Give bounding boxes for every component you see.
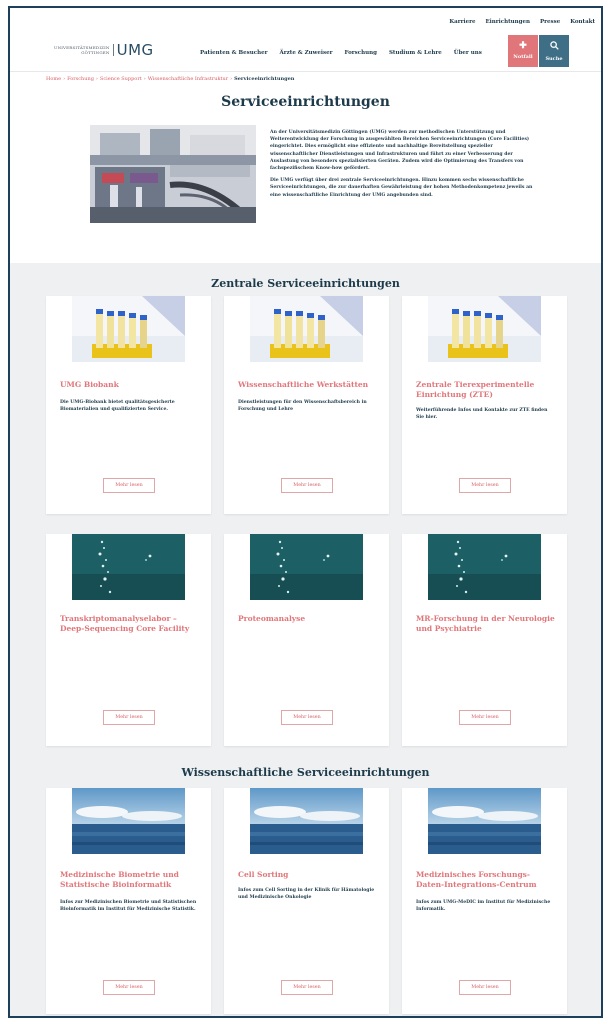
breadcrumb-separator: › xyxy=(95,76,98,82)
topnav-kontakt[interactable]: Kontakt xyxy=(570,19,595,25)
search-button[interactable]: Suche xyxy=(539,35,569,67)
sea-sky-image xyxy=(428,788,541,854)
nav-forschung[interactable]: Forschung xyxy=(344,50,376,56)
card-zte: Zentrale Tierexperimentelle Einrichtung … xyxy=(402,296,567,514)
nav-aerzte[interactable]: Ärzte & Zuweiser xyxy=(280,50,333,56)
breadcrumb-science-support[interactable]: Science Support xyxy=(100,76,142,82)
card-biometrie: Medizinische Biometrie und Statistische … xyxy=(46,788,211,1014)
sample-tubes-image xyxy=(250,296,363,362)
read-more-button[interactable]: Mehr lesen xyxy=(281,710,333,725)
intro-text: An der Universitätsmedizin Göttingen (UM… xyxy=(270,129,540,204)
card-title[interactable]: Cell Sorting xyxy=(238,870,378,880)
notfall-label: Notfall xyxy=(513,54,533,60)
card-cell-sorting: Cell Sorting Infos zum Cell Sorting in d… xyxy=(224,788,389,1014)
page-frame: Karriere Einrichtungen Presse Kontakt UN… xyxy=(8,6,603,1018)
card-title[interactable]: Medizinische Biometrie und Statistische … xyxy=(60,870,200,890)
read-more-button[interactable]: Mehr lesen xyxy=(281,478,333,493)
card-title[interactable]: Wissenschaftliche Werkstätten xyxy=(238,380,378,390)
breadcrumb-infrastruktur[interactable]: Wissenschaftliche Infrastruktur xyxy=(148,76,228,82)
top-utility-nav: Karriere Einrichtungen Presse Kontakt xyxy=(449,19,595,25)
logo-umg-text: UMG xyxy=(116,41,154,59)
umg-logo[interactable]: UNIVERSITÄTSMEDIZIN GÖTTINGEN UMG xyxy=(54,41,154,59)
bubbles-water-image xyxy=(428,534,541,600)
card-description: Infos zur Medizinischen Biometrie und St… xyxy=(60,900,197,912)
main-nav: Patienten & Besucher Ärzte & Zuweiser Fo… xyxy=(200,50,482,56)
nav-ueber-uns[interactable]: Über uns xyxy=(454,50,482,56)
sample-tubes-image xyxy=(428,296,541,362)
card-medic: Medizinisches Forschungs-Daten-Integrati… xyxy=(402,788,567,1014)
breadcrumb-forschung[interactable]: Forschung xyxy=(67,76,94,82)
card-title[interactable]: MR-Forschung in der Neurologie und Psych… xyxy=(416,614,556,634)
notfall-button[interactable]: ✚ Notfall xyxy=(508,35,538,67)
search-icon xyxy=(549,40,559,53)
card-description: Infos zum Cell Sorting in der Klinik für… xyxy=(238,888,375,900)
card-title[interactable]: Proteomanalyse xyxy=(238,614,378,624)
card-transkriptom: Transkriptomanalyselabor – Deep-Sequenci… xyxy=(46,534,211,746)
topnav-einrichtungen[interactable]: Einrichtungen xyxy=(485,19,530,25)
page-title: Serviceeinrichtungen xyxy=(221,94,390,110)
read-more-button[interactable]: Mehr lesen xyxy=(459,478,511,493)
card-title[interactable]: UMG Biobank xyxy=(60,380,200,390)
breadcrumb-separator: › xyxy=(230,76,233,82)
topnav-presse[interactable]: Presse xyxy=(540,19,560,25)
card-title[interactable]: Zentrale Tierexperimentelle Einrichtung … xyxy=(416,380,556,400)
card-description: Die UMG-Biobank bietet qualitätsgesicher… xyxy=(60,400,175,412)
header-divider xyxy=(10,71,601,72)
logo-university-text: UNIVERSITÄTSMEDIZIN GÖTTINGEN xyxy=(54,45,110,55)
breadcrumb-separator: › xyxy=(143,76,146,82)
read-more-button[interactable]: Mehr lesen xyxy=(103,478,155,493)
intro-paragraph-2: Die UMG verfügt über drei zentrale Servi… xyxy=(270,178,533,198)
breadcrumb: Home › Forschung › Science Support › Wissen… xyxy=(46,76,294,82)
card-umg-biobank: UMG Biobank Die UMG-Biobank bietet quali… xyxy=(46,296,211,514)
card-description: Weiterführende Infos und Kontakte zur ZT… xyxy=(416,408,548,420)
bubbles-water-image xyxy=(250,534,363,600)
read-more-button[interactable]: Mehr lesen xyxy=(103,980,155,995)
read-more-button[interactable]: Mehr lesen xyxy=(459,980,511,995)
card-proteomanalyse: Proteomanalyse Mehr lesen xyxy=(224,534,389,746)
sample-tubes-image xyxy=(72,296,185,362)
read-more-button[interactable]: Mehr lesen xyxy=(459,710,511,725)
card-description: Infos zum UMG-MeDIC im Institut für Medi… xyxy=(416,900,551,912)
logo-divider xyxy=(112,44,114,56)
central-services-title: Zentrale Serviceeinrichtungen xyxy=(211,277,400,290)
nav-patienten[interactable]: Patienten & Besucher xyxy=(200,50,268,56)
breadcrumb-separator: › xyxy=(63,76,66,82)
read-more-button[interactable]: Mehr lesen xyxy=(103,710,155,725)
search-label: Suche xyxy=(545,55,563,62)
card-title[interactable]: Medizinisches Forschungs-Daten-Integrati… xyxy=(416,870,556,890)
card-title[interactable]: Transkriptomanalyselabor – Deep-Sequenci… xyxy=(60,614,200,634)
topnav-karriere[interactable]: Karriere xyxy=(449,19,475,25)
bubbles-water-image xyxy=(72,534,185,600)
plus-cross-icon: ✚ xyxy=(519,41,527,51)
card-description: Dienstleistungen für den Wissenschaftsbe… xyxy=(238,400,367,412)
sea-sky-image xyxy=(250,788,363,854)
lab-equipment-image xyxy=(90,125,256,223)
card-werkstaetten: Wissenschaftliche Werkstätten Dienstleis… xyxy=(224,296,389,514)
read-more-button[interactable]: Mehr lesen xyxy=(281,980,333,995)
science-services-title: Wissenschaftliche Serviceeinrichtungen xyxy=(181,766,430,779)
nav-studium[interactable]: Studium & Lehre xyxy=(389,50,442,56)
breadcrumb-home[interactable]: Home xyxy=(46,76,61,82)
card-mr-forschung: MR-Forschung in der Neurologie und Psych… xyxy=(402,534,567,746)
breadcrumb-current: Serviceeinrichtungen xyxy=(234,76,295,82)
intro-paragraph-1: An der Universitätsmedizin Göttingen (UM… xyxy=(270,130,530,172)
sea-sky-image xyxy=(72,788,185,854)
